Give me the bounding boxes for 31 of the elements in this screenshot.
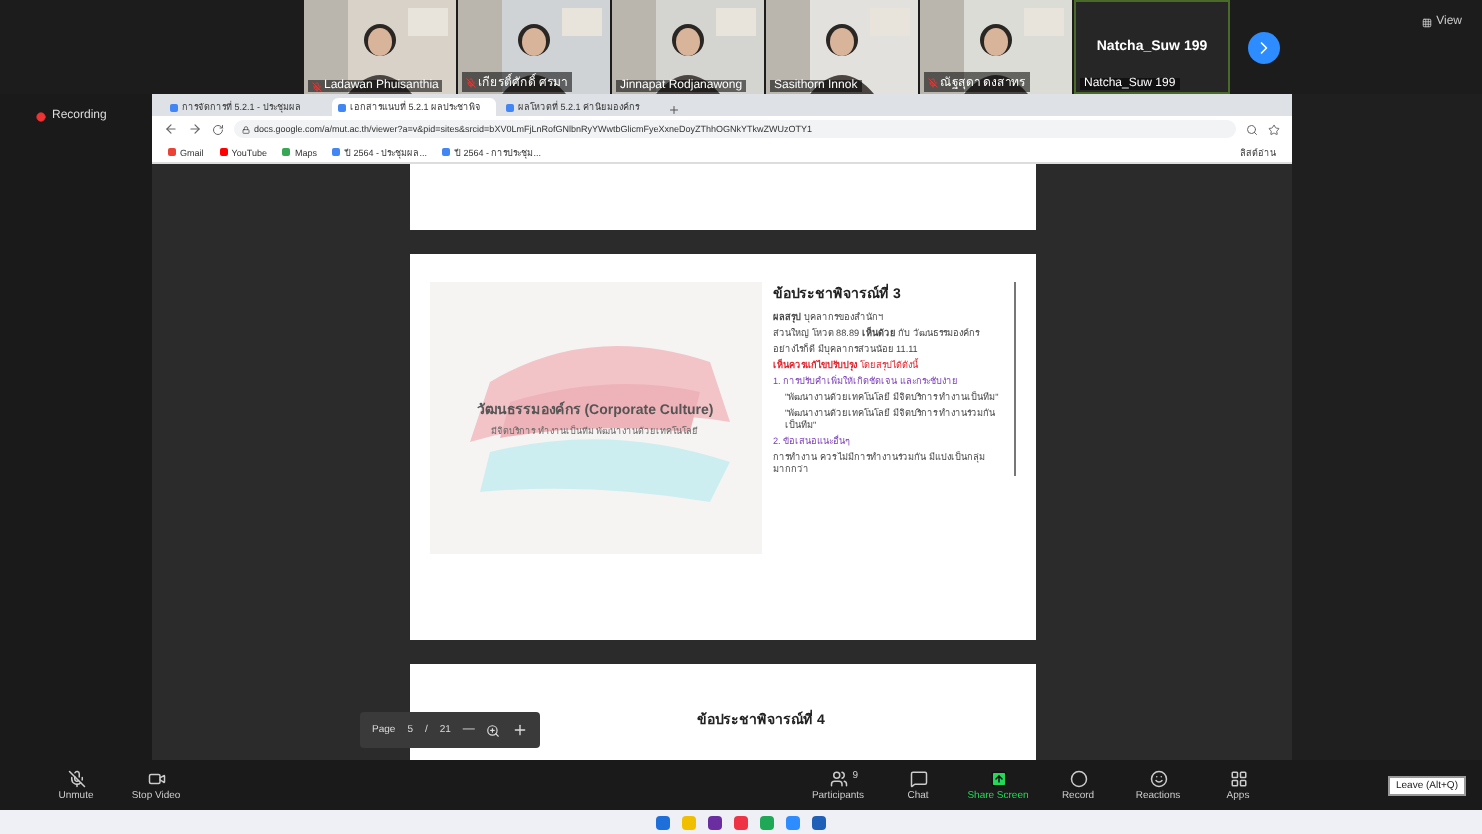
muted-mic-icon <box>928 77 938 87</box>
people-icon <box>829 769 847 787</box>
bookmark-favicon <box>168 148 176 156</box>
mic-icon <box>67 769 85 787</box>
lock-icon <box>242 125 250 133</box>
muted-mic-icon <box>466 77 476 87</box>
record-dot-icon <box>36 111 46 121</box>
apps-icon <box>1229 769 1247 787</box>
bookmark-favicon <box>442 148 451 156</box>
next-page-button[interactable] <box>1248 31 1280 63</box>
reload-icon[interactable] <box>212 123 224 135</box>
grid-icon <box>1422 17 1433 27</box>
record-icon <box>1069 769 1087 787</box>
star-icon[interactable] <box>1268 123 1280 135</box>
share-icon <box>989 769 1007 787</box>
zoom-icon <box>486 723 501 737</box>
video-icon <box>147 769 165 787</box>
zoom-in-icon[interactable] <box>512 722 529 738</box>
bookmark-favicon <box>332 148 341 156</box>
react-icon <box>1149 769 1167 787</box>
tab-favicon <box>338 103 346 111</box>
forward-icon[interactable] <box>188 122 202 136</box>
bookmark-favicon <box>282 148 291 156</box>
chat-icon <box>909 769 927 787</box>
tab-favicon <box>506 103 514 111</box>
search-icon[interactable] <box>1246 123 1258 135</box>
new-tab-icon[interactable] <box>668 104 680 116</box>
bookmark-favicon <box>219 148 228 156</box>
back-icon[interactable] <box>164 122 178 136</box>
muted-mic-icon <box>312 81 322 91</box>
tab-favicon <box>170 103 178 111</box>
